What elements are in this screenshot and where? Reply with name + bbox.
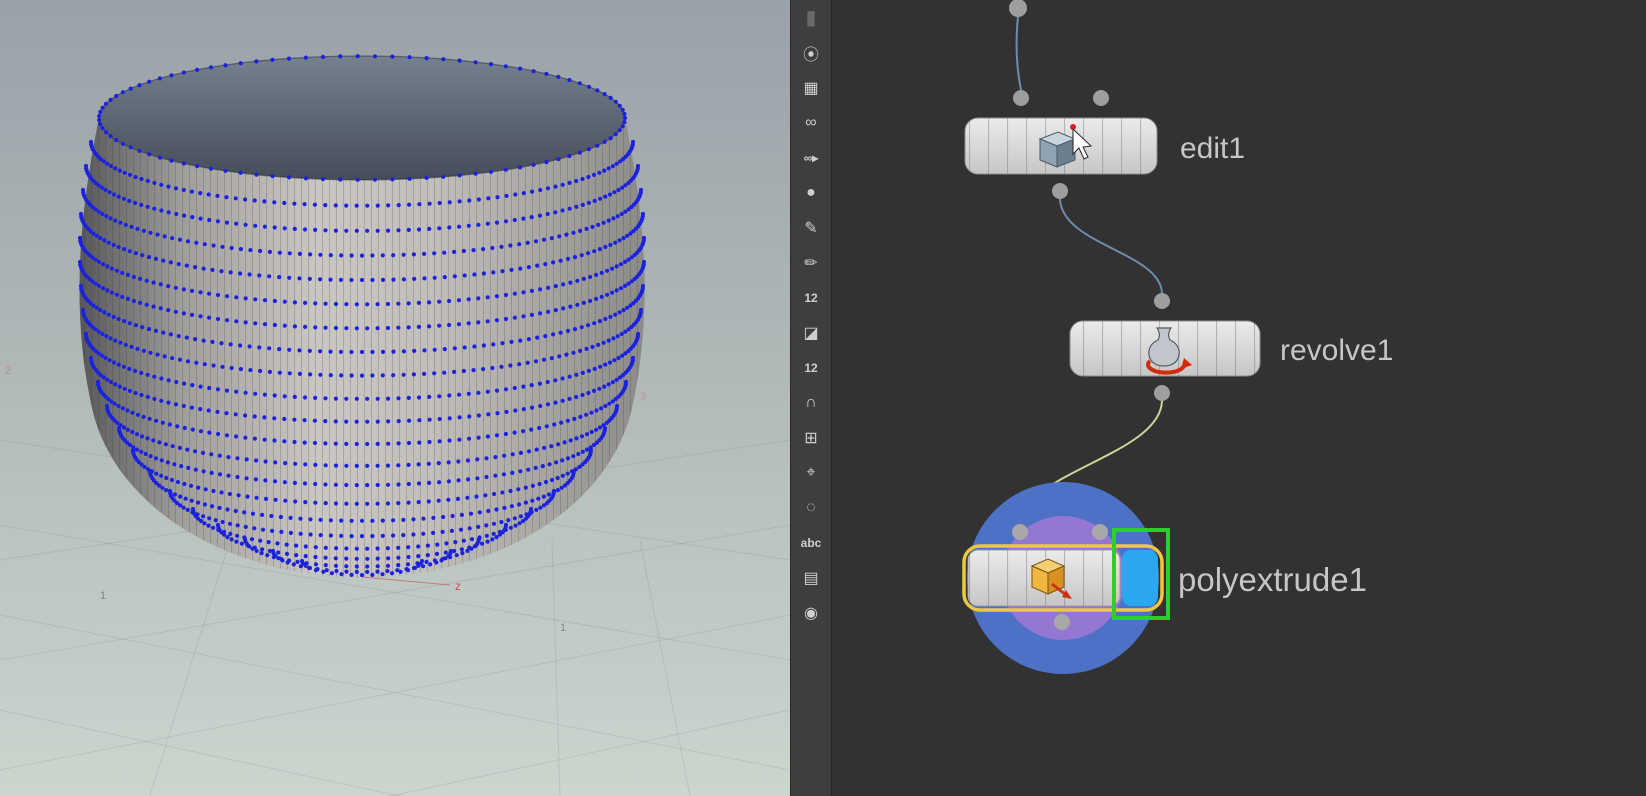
checkerboard-icon[interactable]: ▦ <box>793 70 829 105</box>
wire-into-edit1 <box>1015 15 1022 91</box>
grid-tick-label: 3 <box>640 391 646 403</box>
input-connector[interactable] <box>1093 90 1109 106</box>
input-connector[interactable] <box>1013 90 1029 106</box>
node-label-polyextrude1: polyextrude1 <box>1178 561 1367 598</box>
glasses-play-icon[interactable]: ∞▸ <box>793 140 829 175</box>
location-pin-icon[interactable]: ◉ <box>793 595 829 630</box>
display-flag[interactable] <box>1122 550 1158 606</box>
bowl-surface-edges <box>79 118 645 578</box>
node-edit1[interactable]: edit1 <box>964 90 1245 199</box>
view-gimbal-icon[interactable]: ⦿ <box>793 35 829 70</box>
houdini-window: z 2 3 1 1 ▮ ⦿ ▦ ∞ ∞▸ ● ✎ ✏ 12 ◪ 12 ∩ ⊞ ⌖… <box>0 0 1646 796</box>
node-polyextrude1[interactable]: polyextrude1 <box>962 482 1367 674</box>
input-connector[interactable] <box>1012 524 1028 540</box>
output-connector[interactable] <box>1052 183 1068 199</box>
viewport-toolbar: ▮ ⦿ ▦ ∞ ∞▸ ● ✎ ✏ 12 ◪ 12 ∩ ⊞ ⌖ ◌ abc ▤ ◉ <box>790 0 832 796</box>
eyedropper-icon[interactable]: ✏ <box>793 245 829 280</box>
network-editor[interactable]: edit1 revolve1 polyextrude1 <box>832 0 1646 796</box>
edit-node-icon <box>1038 131 1077 168</box>
scene-viewport[interactable]: z 2 3 1 1 <box>0 0 790 796</box>
handle-icon[interactable]: ▮ <box>793 0 829 35</box>
point-count-icon[interactable]: 12 <box>793 280 829 315</box>
input-connector[interactable] <box>1154 293 1170 309</box>
glasses-icon[interactable]: ∞ <box>793 105 829 140</box>
grid-tick-label: 2 <box>5 365 11 377</box>
text-abc-icon[interactable]: abc <box>793 525 829 560</box>
prim-count-flag-icon[interactable]: 12 <box>793 350 829 385</box>
brush-icon[interactable]: ✎ <box>793 210 829 245</box>
z-axis-label: z <box>455 579 461 593</box>
connector-dot[interactable] <box>1009 0 1027 17</box>
input-connector[interactable] <box>1092 524 1108 540</box>
grid-tick-label: 1 <box>560 622 566 634</box>
curve-handle-icon[interactable]: ∩ <box>793 385 829 420</box>
snap-axis-icon[interactable]: ⌖ <box>793 455 829 490</box>
point-icon[interactable]: ● <box>793 175 829 210</box>
select-region-icon[interactable]: ⊞ <box>793 420 829 455</box>
dotted-circle-icon[interactable]: ◌ <box>793 490 829 525</box>
node-label-edit1: edit1 <box>1180 132 1245 165</box>
node-label-revolve1: revolve1 <box>1280 334 1393 367</box>
output-connector[interactable] <box>1154 385 1170 401</box>
grid-tick-label: 1 <box>100 590 106 602</box>
image-icon[interactable]: ▤ <box>793 560 829 595</box>
wire-edit1-revolve1 <box>1059 198 1163 294</box>
output-connector[interactable] <box>1054 614 1070 630</box>
node-revolve1[interactable]: revolve1 <box>1069 293 1393 401</box>
sculpt-icon[interactable]: ◪ <box>793 315 829 350</box>
